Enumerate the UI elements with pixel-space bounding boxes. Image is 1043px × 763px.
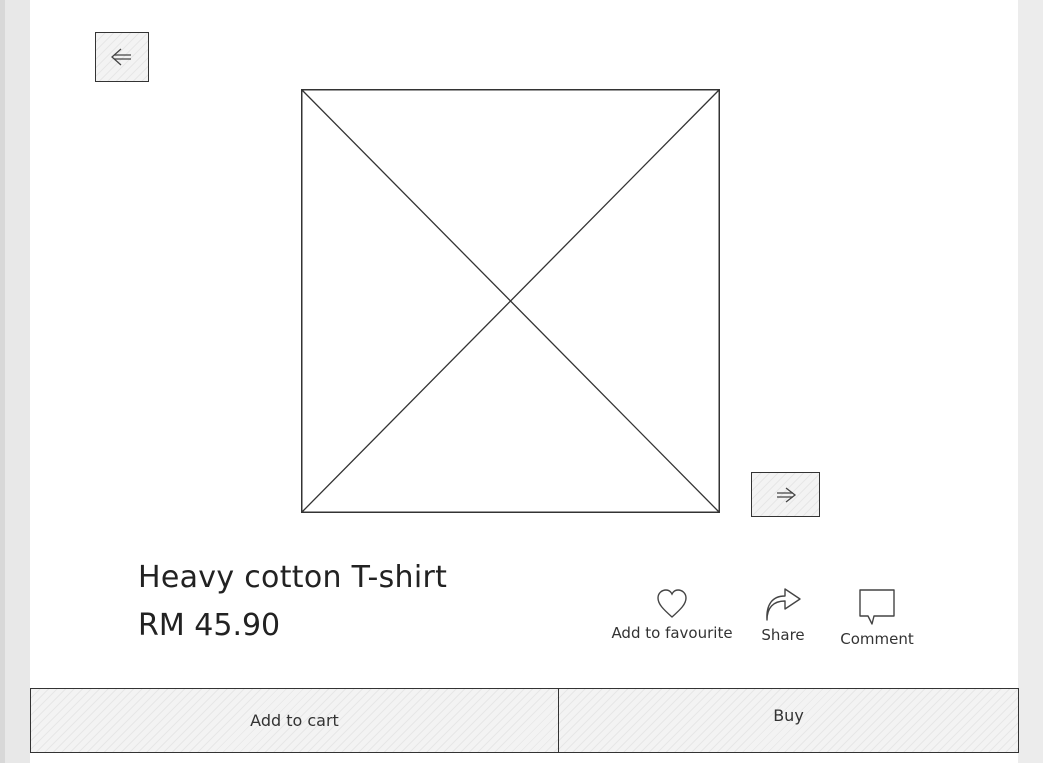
comment-label: Comment bbox=[840, 630, 914, 648]
previous-image-button[interactable] bbox=[95, 32, 149, 82]
next-image-button[interactable] bbox=[751, 472, 820, 517]
arrow-left-icon bbox=[111, 48, 131, 66]
buy-label: Buy bbox=[773, 706, 804, 725]
add-to-cart-button[interactable]: Add to cart bbox=[30, 688, 559, 753]
favourite-label: Add to favourite bbox=[611, 624, 733, 642]
share-icon bbox=[766, 588, 801, 621]
product-price: RM 45.90 bbox=[138, 608, 281, 643]
product-image-placeholder bbox=[301, 89, 720, 513]
arrow-right-icon bbox=[776, 486, 796, 503]
right-scroll-area bbox=[1018, 0, 1043, 763]
share-button[interactable]: Share bbox=[755, 588, 811, 644]
add-to-favourite-button[interactable]: Add to favourite bbox=[610, 588, 734, 642]
comment-button[interactable]: Comment bbox=[840, 588, 914, 648]
left-edge bbox=[0, 0, 5, 763]
buy-button[interactable]: Buy bbox=[558, 688, 1019, 753]
add-to-cart-label: Add to cart bbox=[250, 711, 339, 730]
product-title: Heavy cotton T-shirt bbox=[138, 560, 448, 595]
share-label: Share bbox=[761, 626, 805, 644]
heart-icon bbox=[657, 589, 687, 618]
comment-icon bbox=[859, 589, 895, 625]
